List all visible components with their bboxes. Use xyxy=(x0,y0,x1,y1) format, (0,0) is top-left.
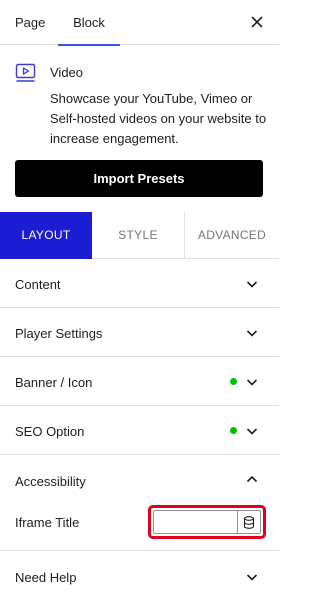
status-dot xyxy=(230,378,237,385)
sidebar-tabs: Page Block xyxy=(0,0,279,46)
settings-mode-tabs: LAYOUT STYLE ADVANCED xyxy=(0,212,279,259)
panel-content[interactable]: Content xyxy=(0,259,279,308)
chevron-down-icon xyxy=(246,428,258,435)
panel-accessibility-header[interactable]: Accessibility xyxy=(0,455,279,501)
panel-label: Content xyxy=(15,277,61,292)
tab-style[interactable]: STYLE xyxy=(92,212,185,259)
panel-banner-icon[interactable]: Banner / Icon xyxy=(0,357,279,406)
chevron-down-icon xyxy=(246,330,258,337)
close-button[interactable] xyxy=(247,12,267,32)
panel-label: SEO Option xyxy=(15,424,85,439)
chevron-down-icon xyxy=(246,281,258,288)
status-dot xyxy=(230,427,237,434)
close-icon xyxy=(251,16,263,28)
panel-label: Need Help xyxy=(15,570,77,585)
iframe-title-label: Iframe Title xyxy=(15,515,80,530)
panel-seo-option[interactable]: SEO Option xyxy=(0,406,279,455)
video-icon xyxy=(15,63,36,82)
tab-layout[interactable]: LAYOUT xyxy=(0,212,92,259)
panel-player-settings[interactable]: Player Settings xyxy=(0,308,279,357)
chevron-up-icon xyxy=(246,475,258,483)
chevron-down-icon xyxy=(246,574,258,581)
import-presets-button[interactable]: Import Presets xyxy=(15,160,263,197)
panel-label: Banner / Icon xyxy=(15,375,93,390)
panel-need-help[interactable]: Need Help xyxy=(0,551,279,601)
dynamic-content-button[interactable] xyxy=(237,510,261,534)
tab-page[interactable]: Page xyxy=(15,0,45,45)
chevron-down-icon xyxy=(246,379,258,386)
iframe-title-input[interactable] xyxy=(153,510,238,534)
panel-label: Player Settings xyxy=(15,326,103,341)
panel-label: Accessibility xyxy=(15,474,86,489)
tab-advanced[interactable]: ADVANCED xyxy=(185,212,279,259)
tab-block[interactable]: Block xyxy=(58,0,120,46)
block-description: Showcase your YouTube, Vimeo or Self-hos… xyxy=(50,91,267,146)
database-icon xyxy=(243,516,255,529)
block-title: Video xyxy=(50,65,84,80)
